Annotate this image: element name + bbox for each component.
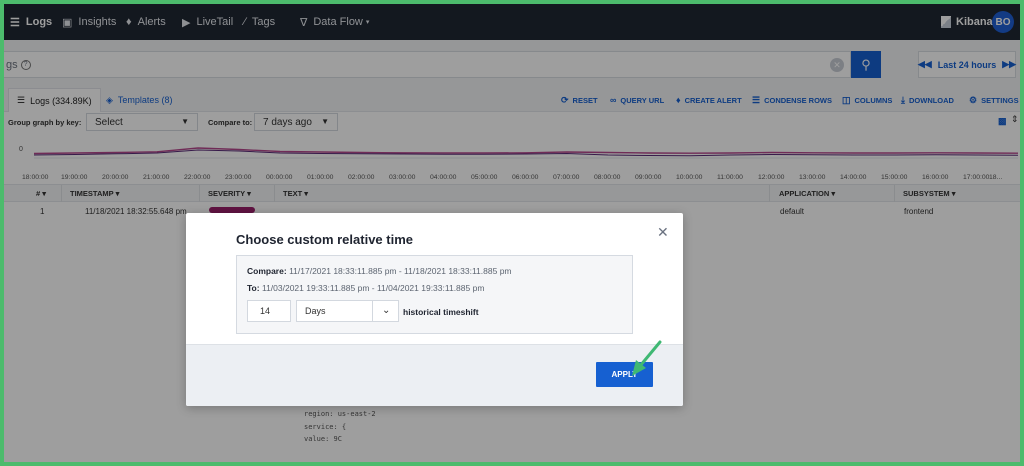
timeshift-amount-input[interactable]: 14 bbox=[247, 300, 291, 322]
chevron-down-icon: ⌄ bbox=[382, 305, 391, 316]
timeshift-unit-select[interactable]: Days ⌄ bbox=[296, 300, 399, 322]
annotation-arrow-icon bbox=[632, 340, 662, 376]
time-range-panel: Compare: 11/17/2021 18:33:11.885 pm - 11… bbox=[236, 255, 633, 334]
custom-relative-time-dialog: Choose custom relative time ✕ Compare: 1… bbox=[186, 213, 683, 406]
timeshift-label: historical timeshift bbox=[403, 307, 479, 317]
screenshot-frame: ☰ Logs ▣ Insights ♦ Alerts ▶ LiveTail ∕ Tags … bbox=[0, 0, 1024, 466]
dialog-title: Choose custom relative time bbox=[236, 232, 413, 247]
close-icon[interactable]: ✕ bbox=[657, 224, 669, 241]
to-range: To: 11/03/2021 19:33:11.885 pm - 11/04/2… bbox=[247, 283, 485, 293]
compare-range: Compare: 11/17/2021 18:33:11.885 pm - 11… bbox=[247, 266, 512, 276]
select-divider bbox=[372, 301, 373, 321]
